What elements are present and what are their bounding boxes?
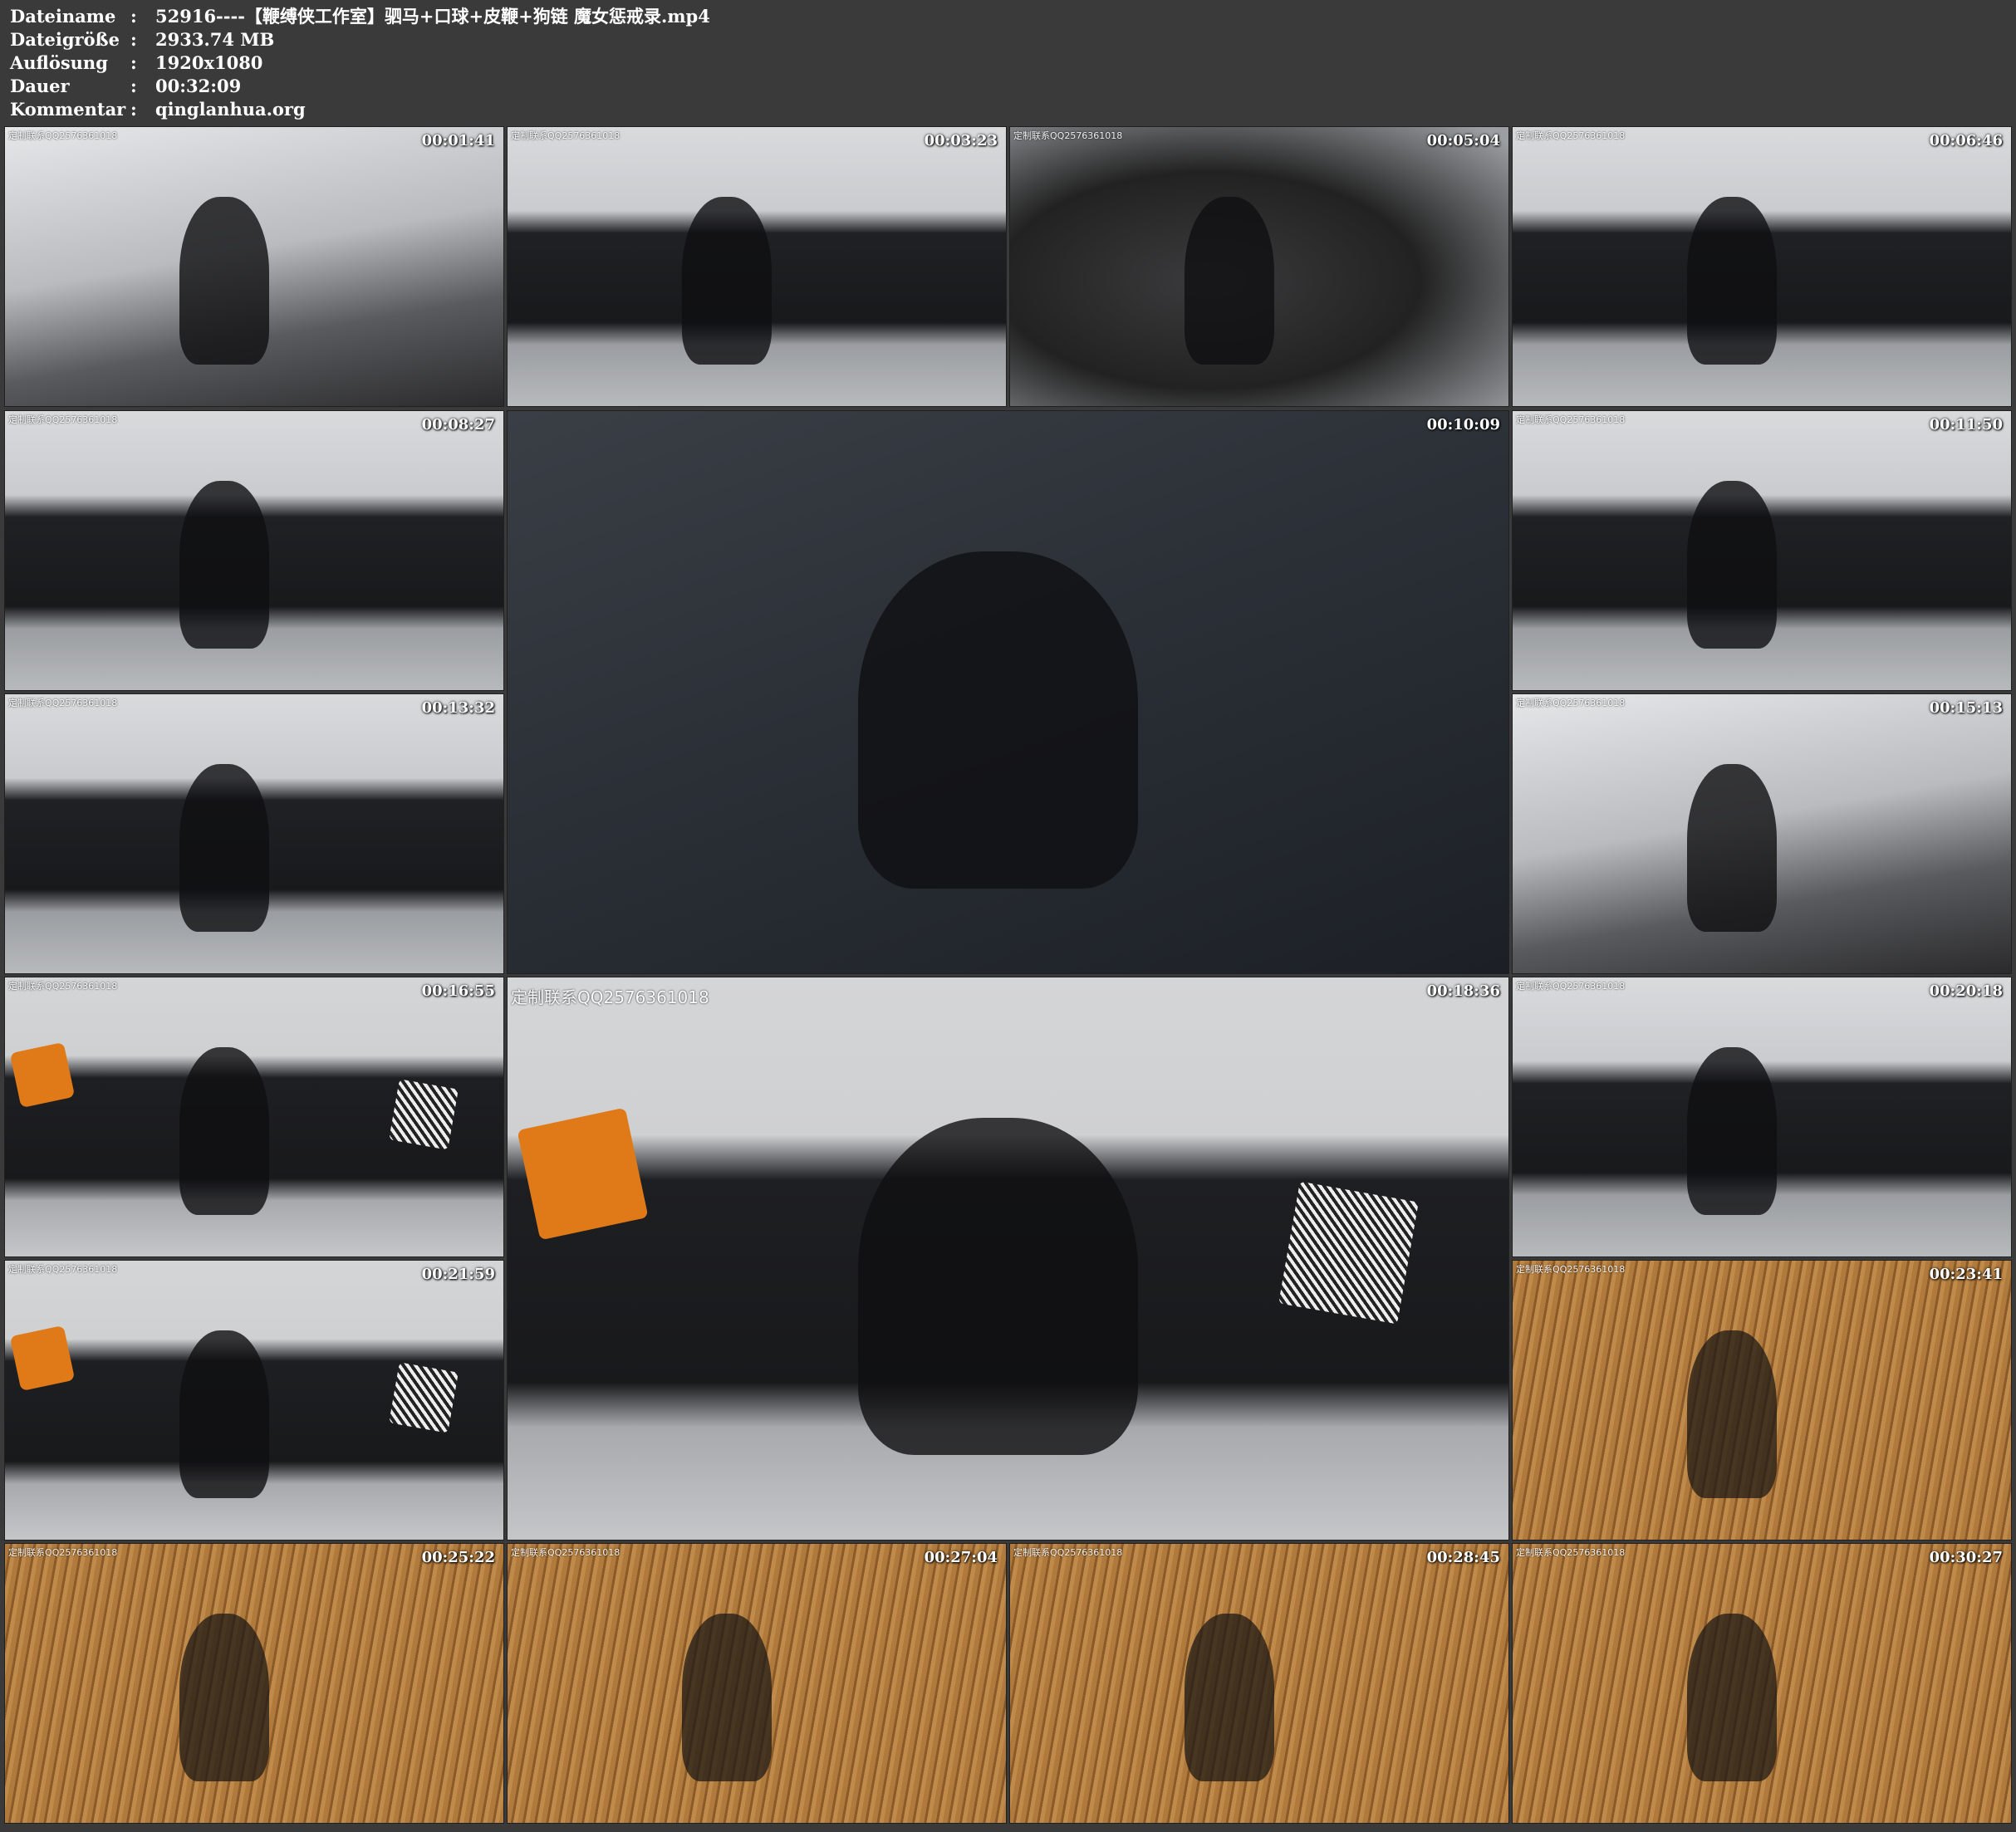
- timestamp-label: 00:06:46: [1929, 132, 2003, 149]
- timestamp-label: 00:21:59: [421, 1266, 495, 1283]
- info-colon: :: [130, 76, 137, 96]
- info-row-duration: Dauer : 00:32:09: [10, 75, 710, 98]
- info-key: Dauer: [10, 76, 70, 96]
- person-silhouette: [1687, 197, 1777, 365]
- video-thumbnail: 定制联系QQ2576361018 00:13:32: [4, 693, 504, 974]
- timestamp-label: 00:28:45: [1426, 1549, 1500, 1566]
- watermark-label: 定制联系QQ2576361018: [8, 698, 118, 708]
- person-silhouette: [1687, 1047, 1777, 1215]
- person-silhouette: [858, 1118, 1138, 1455]
- info-value: 52916----【鞭缚侠工作室】驷马+口球+皮鞭+狗链 魔女惩戒录.mp4: [155, 6, 710, 27]
- houndstooth-pillow: [389, 1079, 459, 1150]
- watermark-label: 定制联系QQ2576361018: [1516, 981, 1626, 992]
- watermark-label: 定制联系QQ2576361018: [1013, 1547, 1123, 1558]
- watermark-label: 定制联系QQ2576361018: [511, 987, 709, 1007]
- watermark-label: 定制联系QQ2576361018: [1516, 130, 1626, 141]
- person-silhouette: [682, 197, 772, 365]
- watermark-label: 定制联系QQ2576361018: [8, 130, 118, 141]
- person-silhouette: [1687, 1330, 1777, 1498]
- person-silhouette: [179, 197, 269, 365]
- timestamp-label: 00:15:13: [1929, 699, 2003, 717]
- timestamp-label: 00:20:18: [1929, 982, 2003, 1000]
- orange-pillow: [9, 1041, 76, 1109]
- person-silhouette: [1687, 481, 1777, 649]
- info-value: 00:32:09: [155, 76, 242, 96]
- timestamp-label: 00:13:32: [421, 699, 495, 717]
- timestamp-label: 00:30:27: [1929, 1549, 2003, 1566]
- info-colon: :: [130, 52, 137, 73]
- watermark-label: 定制联系QQ2576361018: [1013, 130, 1123, 141]
- video-thumbnail: 定制联系QQ2576361018 00:08:27: [4, 410, 504, 691]
- info-row-filename: Dateiname : 52916----【鞭缚侠工作室】驷马+口球+皮鞭+狗链…: [10, 5, 710, 28]
- person-silhouette: [179, 764, 269, 932]
- watermark-label: 定制联系QQ2576361018: [1516, 414, 1626, 425]
- video-thumbnail: 定制联系QQ2576361018 00:21:59: [4, 1260, 504, 1541]
- timestamp-label: 00:23:41: [1929, 1266, 2003, 1283]
- person-silhouette: [179, 1047, 269, 1215]
- watermark-label: 定制联系QQ2576361018: [1516, 698, 1626, 708]
- info-key: Kommentar: [10, 99, 126, 120]
- video-thumbnail: 定制联系QQ2576361018 00:05:04: [1009, 126, 1509, 407]
- video-thumbnail: 定制联系QQ2576361018 00:28:45: [1009, 1543, 1509, 1824]
- video-thumbnail: 定制联系QQ2576361018 00:27:04: [507, 1543, 1007, 1824]
- person-silhouette: [179, 1614, 269, 1781]
- watermark-label: 定制联系QQ2576361018: [1516, 1547, 1626, 1558]
- video-thumbnail: 定制联系QQ2576361018 00:01:41: [4, 126, 504, 407]
- info-row-comment: Kommentar : qinglanhua.org: [10, 98, 710, 121]
- watermark-label: 定制联系QQ2576361018: [8, 1547, 118, 1558]
- info-value: 1920x1080: [155, 52, 263, 73]
- person-silhouette: [682, 1614, 772, 1781]
- video-thumbnail: 定制联系QQ2576361018 00:30:27: [1512, 1543, 2012, 1824]
- video-thumbnail: 定制联系QQ2576361018 00:25:22: [4, 1543, 504, 1824]
- timestamp-label: 00:05:04: [1426, 132, 1500, 149]
- timestamp-label: 00:27:04: [924, 1549, 998, 1566]
- video-thumbnail: 定制联系QQ2576361018 00:16:55: [4, 977, 504, 1257]
- video-thumbnail: 定制联系QQ2576361018 00:06:46: [1512, 126, 2012, 407]
- timestamp-label: 00:01:41: [421, 132, 495, 149]
- watermark-label: 定制联系QQ2576361018: [1516, 1264, 1626, 1275]
- watermark-label: 定制联系QQ2576361018: [8, 981, 118, 992]
- info-row-resolution: Auflösung : 1920x1080: [10, 51, 710, 75]
- person-silhouette: [1185, 1614, 1274, 1781]
- video-thumbnail: 定制联系QQ2576361018 00:20:18: [1512, 977, 2012, 1257]
- info-colon: :: [130, 29, 137, 50]
- person-silhouette: [179, 1330, 269, 1498]
- timestamp-label: 00:18:36: [1426, 982, 1500, 1000]
- orange-pillow: [517, 1107, 649, 1241]
- info-colon: :: [130, 6, 137, 27]
- info-key: Dateiname: [10, 6, 116, 27]
- person-silhouette: [179, 481, 269, 649]
- houndstooth-pillow: [1278, 1181, 1419, 1325]
- person-silhouette: [1687, 1614, 1777, 1781]
- timestamp-label: 00:25:22: [421, 1549, 495, 1566]
- timestamp-label: 00:11:50: [1929, 416, 2003, 434]
- info-value: qinglanhua.org: [155, 99, 306, 120]
- watermark-label: 定制联系QQ2576361018: [8, 1264, 118, 1275]
- video-thumbnail: 定制联系QQ2576361018 00:15:13: [1512, 693, 2012, 974]
- video-thumbnail: 定制联系QQ2576361018 00:18:36: [507, 977, 1509, 1541]
- info-colon: :: [130, 99, 137, 120]
- video-thumbnail: 定制联系QQ2576361018 00:11:50: [1512, 410, 2012, 691]
- video-thumbnail: 定制联系QQ2576361018 00:03:23: [507, 126, 1007, 407]
- person-silhouette: [1185, 197, 1274, 365]
- watermark-label: 定制联系QQ2576361018: [511, 1547, 620, 1558]
- video-thumbnail: 定制联系QQ2576361018 00:23:41: [1512, 1260, 2012, 1541]
- houndstooth-pillow: [389, 1362, 459, 1433]
- timestamp-label: 00:16:55: [421, 982, 495, 1000]
- timestamp-label: 00:08:27: [421, 416, 495, 434]
- watermark-label: 定制联系QQ2576361018: [8, 414, 118, 425]
- file-info-panel: Dateiname : 52916----【鞭缚侠工作室】驷马+口球+皮鞭+狗链…: [10, 5, 710, 121]
- info-row-filesize: Dateigröße : 2933.74 MB: [10, 28, 710, 51]
- person-silhouette: [1687, 764, 1777, 932]
- person-silhouette: [858, 551, 1138, 889]
- timestamp-label: 00:03:23: [924, 132, 998, 149]
- info-value: 2933.74 MB: [155, 29, 275, 50]
- timestamp-label: 00:10:09: [1426, 416, 1500, 434]
- info-key: Dateigröße: [10, 29, 120, 50]
- video-thumbnail: 00:10:09: [507, 410, 1509, 974]
- info-key: Auflösung: [10, 52, 108, 73]
- orange-pillow: [9, 1325, 76, 1392]
- watermark-label: 定制联系QQ2576361018: [511, 130, 620, 141]
